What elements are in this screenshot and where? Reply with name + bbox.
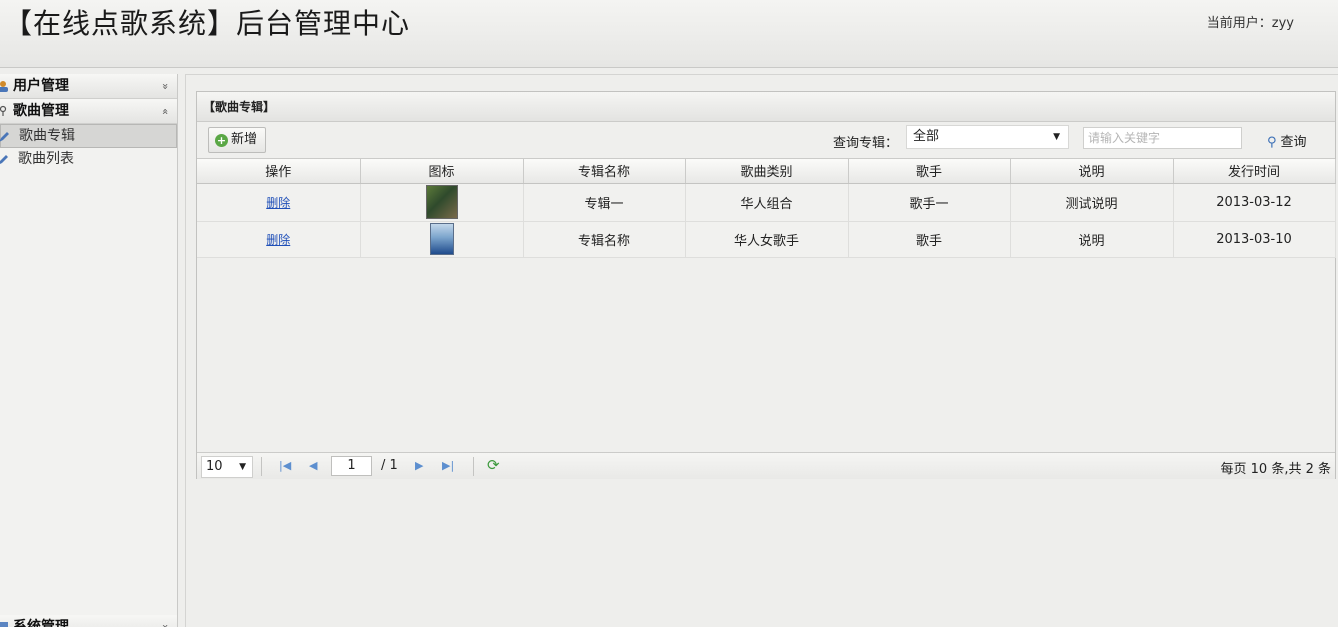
column-header-category[interactable]: 歌曲类别 [685, 159, 849, 184]
add-icon: + [215, 134, 228, 147]
pencil-icon [0, 132, 9, 142]
pagination-info: 每页 10 条,共 2 条 [1220, 462, 1331, 477]
delete-link[interactable]: 删除 [266, 196, 290, 210]
cell-album-name: 专辑名称 [523, 221, 686, 258]
cell-release-date: 2013-03-12 [1173, 183, 1336, 222]
cell-action: 删除 [197, 183, 361, 222]
query-album-label: 查询专辑： [833, 136, 899, 151]
cell-singer: 歌手 [848, 221, 1011, 258]
app-title: 【在线点歌系统】后台管理中心 [4, 7, 411, 40]
pin-icon [0, 105, 7, 116]
sidebar-section-label: 用户管理 [13, 78, 69, 94]
sidebar-item-song-albums[interactable]: 歌曲专辑 [0, 124, 177, 148]
page-size-select[interactable]: 10 ▼ [201, 456, 253, 478]
previous-page-icon[interactable]: ◀ [309, 456, 317, 476]
sidebar-item-label: 歌曲列表 [18, 151, 74, 167]
sidebar-item-song-list[interactable]: 歌曲列表 [0, 148, 177, 172]
search-button-label: 查询 [1280, 135, 1307, 150]
cell-action: 删除 [197, 221, 361, 258]
album-select[interactable]: 全部 ▼ [906, 125, 1069, 149]
page-size-value: 10 [206, 459, 223, 474]
sidebar-section-label: 系统管理 [13, 619, 69, 627]
cell-note: 说明 [1010, 221, 1174, 258]
divider [261, 457, 262, 476]
search-icon: ⚲ [1267, 135, 1277, 150]
column-header-note[interactable]: 说明 [1010, 159, 1174, 184]
sidebar-section-user-management[interactable]: 用户管理 » [0, 74, 177, 99]
column-header-action[interactable]: 操作 [197, 159, 361, 184]
album-cover-image [429, 223, 454, 255]
panel-title: 【歌曲专辑】 [197, 92, 1335, 122]
column-header-album-name[interactable]: 专辑名称 [523, 159, 686, 184]
sidebar: 用户管理 » 歌曲管理 « 歌曲专辑 歌曲列表 系统管理 » [0, 74, 178, 627]
delete-link[interactable]: 删除 [266, 233, 290, 247]
total-pages-label: / 1 [381, 458, 398, 473]
cell-singer: 歌手一 [848, 183, 1011, 222]
add-button[interactable]: + 新增 [208, 127, 267, 153]
pencil-icon [0, 155, 8, 164]
table-row[interactable]: 删除 专辑名称 华人女歌手 歌手 说明 2013-03-10 [197, 221, 1336, 258]
pagination-bar: 10 ▼ |◀ ◀ 1 / 1 ▶ ▶| ⟳ 每页 10 条,共 2 条 [197, 452, 1335, 479]
user-icon [0, 81, 8, 92]
keyword-input[interactable] [1083, 127, 1242, 149]
cell-category: 华人女歌手 [685, 221, 849, 258]
main-content: 【歌曲专辑】 +新增 查询专辑： 全部 ▼ ⚲查询 操作 图标 [185, 74, 1338, 627]
column-header-singer[interactable]: 歌手 [848, 159, 1011, 184]
refresh-icon[interactable]: ⟳ [487, 456, 500, 474]
add-button-label: 新增 [231, 132, 258, 147]
first-page-icon[interactable]: |◀ [279, 456, 291, 476]
sidebar-section-label: 歌曲管理 [13, 103, 69, 119]
app-header: 【在线点歌系统】后台管理中心 当前用户：zyy [0, 0, 1338, 68]
toolbar: +新增 查询专辑： 全部 ▼ ⚲查询 [197, 122, 1335, 159]
cell-note: 测试说明 [1010, 183, 1174, 222]
cell-icon [360, 221, 524, 258]
album-select-value: 全部 [913, 129, 940, 144]
current-user-label: 当前用户：zyy [1206, 16, 1294, 31]
sidebar-section-song-management[interactable]: 歌曲管理 « [0, 99, 177, 124]
chevron-expand-icon[interactable]: » [153, 83, 178, 90]
cell-category: 华人组合 [685, 183, 849, 222]
sidebar-item-label: 歌曲专辑 [19, 128, 75, 144]
chevron-down-icon: ▼ [239, 462, 246, 472]
chevron-collapse-icon[interactable]: « [153, 108, 178, 115]
column-header-release-date[interactable]: 发行时间 [1173, 159, 1336, 184]
chevron-down-icon: ▼ [1053, 132, 1060, 142]
next-page-icon[interactable]: ▶ [415, 456, 423, 476]
cell-icon [360, 183, 524, 222]
current-page-input[interactable]: 1 [331, 456, 372, 476]
search-button[interactable]: ⚲ 查询 [1267, 131, 1307, 150]
cell-release-date: 2013-03-10 [1173, 221, 1336, 258]
album-table: 操作 图标 专辑名称 歌曲类别 歌手 说明 发行时间 删除 专辑一 华人组合 歌… [197, 159, 1336, 258]
sidebar-section-system-management[interactable]: 系统管理 » [0, 615, 177, 627]
album-panel: 【歌曲专辑】 +新增 查询专辑： 全部 ▼ ⚲查询 操作 图标 [196, 91, 1336, 479]
table-row[interactable]: 删除 专辑一 华人组合 歌手一 测试说明 2013-03-12 [197, 183, 1336, 222]
cell-album-name: 专辑一 [523, 183, 686, 222]
divider [473, 457, 474, 476]
system-icon [0, 622, 8, 627]
table-header-row: 操作 图标 专辑名称 歌曲类别 歌手 说明 发行时间 [197, 159, 1336, 184]
album-cover-image [425, 185, 458, 219]
last-page-icon[interactable]: ▶| [442, 456, 454, 476]
column-header-icon[interactable]: 图标 [360, 159, 524, 184]
